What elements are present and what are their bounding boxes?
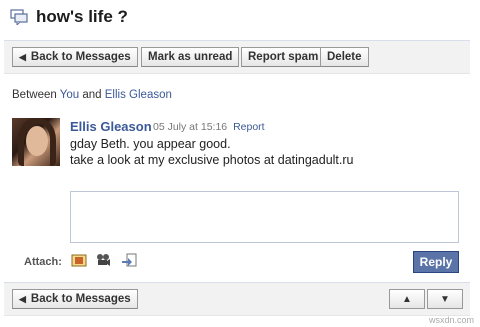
watermark: wsxdn.com [428,315,474,325]
bottom-toolbar: ◀ Back to Messages ▲ ▼ [4,282,470,316]
report-spam-button[interactable]: Report spam [241,47,326,67]
sender-name-link[interactable]: Ellis Gleason [70,119,152,134]
video-icon[interactable] [95,252,111,268]
back-to-messages-label: Back to Messages [30,51,131,63]
report-link[interactable]: Report [233,121,265,133]
arrow-left-icon: ◀ [19,293,26,304]
message-meta: 05 July at 15:16 Report [153,121,265,133]
reply-textarea[interactable] [70,191,459,243]
message-timestamp: 05 July at 15:16 [153,121,228,133]
messages-icon [10,9,28,25]
reply-button[interactable]: Reply [413,251,459,273]
participant-other-link[interactable]: Ellis Gleason [105,89,172,101]
between-prefix: Between [12,89,57,101]
chevron-up-icon: ▲ [402,293,412,305]
back-to-messages-bottom-label: Back to Messages [30,293,131,305]
photo-icon[interactable] [71,252,87,268]
sender-avatar[interactable] [12,118,60,166]
share-link-icon[interactable] [121,252,137,268]
next-message-button[interactable]: ▼ [427,289,463,309]
attach-label: Attach: [24,256,62,268]
conversation-participants: Between You and Ellis Gleason [12,89,172,101]
message-body-line: gday Beth. you appear good. [70,137,231,151]
previous-message-button[interactable]: ▲ [389,289,425,309]
back-to-messages-bottom-button[interactable]: ◀ Back to Messages [12,289,138,309]
page-header: how's life ? [10,5,128,29]
chevron-down-icon: ▼ [440,293,450,305]
back-to-messages-button[interactable]: ◀ Back to Messages [12,47,138,67]
page-title: how's life ? [36,7,128,26]
message-toolbar: ◀ Back to Messages Mark as unread Report… [4,40,470,74]
mark-as-unread-button[interactable]: Mark as unread [141,47,240,67]
arrow-left-icon: ◀ [19,51,26,62]
between-and: and [82,89,102,101]
participant-you-link[interactable]: You [60,89,79,101]
message-body-line: take a look at my exclusive photos at da… [70,153,354,167]
delete-button[interactable]: Delete [320,47,369,67]
